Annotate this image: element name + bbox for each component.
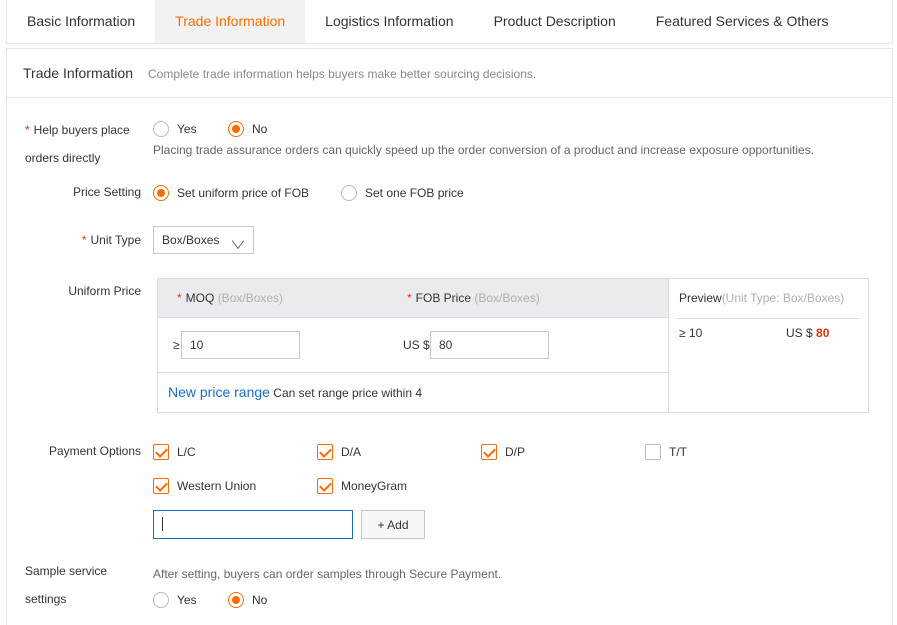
moq-ge-symbol: ≥ bbox=[173, 338, 180, 352]
fob-unit-text: (Box/Boxes) bbox=[474, 291, 540, 305]
new-price-range-row: New price range Can set range price with… bbox=[168, 384, 422, 400]
tab-bar: Basic Information Trade Information Logi… bbox=[6, 0, 893, 44]
radio-circle[interactable] bbox=[153, 592, 169, 608]
price-setting-uniform-radio[interactable]: Set uniform price of FOB bbox=[153, 185, 309, 201]
checkbox[interactable] bbox=[153, 444, 169, 460]
preview-moq: ≥ 10 bbox=[679, 326, 703, 340]
radio-label: Yes bbox=[177, 122, 197, 136]
preview-price: US $ 80 bbox=[786, 326, 829, 340]
radio-circle[interactable] bbox=[341, 185, 357, 201]
help-buyers-label: * Help buyers place bbox=[25, 123, 130, 137]
help-buyers-no-radio[interactable]: No bbox=[228, 121, 267, 137]
payment-western-union-checkbox[interactable]: Western Union bbox=[153, 478, 256, 494]
preview-title: Preview bbox=[679, 291, 722, 305]
required-mark: * bbox=[25, 123, 30, 137]
preview-divider bbox=[668, 279, 669, 412]
preview-header: Preview(Unit Type: Box/Boxes) bbox=[679, 291, 844, 305]
chevron-down-icon bbox=[231, 232, 245, 250]
fob-currency: US $ bbox=[403, 338, 430, 352]
moq-input[interactable]: 10 bbox=[181, 331, 300, 359]
preview-price-value: 80 bbox=[816, 326, 830, 340]
checkbox[interactable] bbox=[317, 444, 333, 460]
checkbox[interactable] bbox=[481, 444, 497, 460]
checkbox[interactable] bbox=[645, 444, 661, 460]
add-payment-button[interactable]: + Add bbox=[361, 510, 425, 539]
payment-lc-checkbox[interactable]: L/C bbox=[153, 444, 196, 460]
price-setting-label: Price Setting bbox=[72, 185, 141, 199]
panel-title: Trade Information bbox=[23, 65, 133, 81]
tab-featured-services[interactable]: Featured Services & Others bbox=[636, 0, 849, 43]
unit-type-label-text: Unit Type bbox=[90, 233, 141, 247]
help-buyers-hint: Placing trade assurance orders can quick… bbox=[153, 143, 815, 157]
radio-label: No bbox=[252, 122, 268, 136]
payment-moneygram-checkbox[interactable]: MoneyGram bbox=[317, 478, 407, 494]
sample-no-radio[interactable]: No bbox=[228, 592, 267, 608]
radio-label: No bbox=[252, 593, 268, 607]
radio-label: Yes bbox=[177, 593, 197, 607]
help-buyers-yes-radio[interactable]: Yes bbox=[153, 121, 197, 137]
checkbox-label: Western Union bbox=[177, 479, 257, 493]
panel-header: Trade Information Complete trade informa… bbox=[7, 49, 892, 98]
required-mark: * bbox=[177, 291, 182, 305]
panel-subtitle: Complete trade information helps buyers … bbox=[148, 67, 537, 81]
radio-circle[interactable] bbox=[228, 121, 244, 137]
help-buyers-label-line2: orders directly bbox=[25, 151, 101, 165]
checkbox-label: T/T bbox=[669, 445, 687, 459]
preview-unit: (Unit Type: Box/Boxes) bbox=[721, 291, 845, 305]
checkbox-label: D/A bbox=[341, 445, 362, 459]
unit-type-select[interactable]: Box/Boxes bbox=[153, 226, 254, 254]
fob-price-input[interactable]: 80 bbox=[430, 331, 549, 359]
radio-circle[interactable] bbox=[228, 592, 244, 608]
radio-label: Set one FOB price bbox=[365, 186, 464, 200]
preview-header-divider bbox=[677, 318, 859, 319]
tab-trade-information[interactable]: Trade Information bbox=[155, 0, 306, 43]
sample-service-label-line2: settings bbox=[25, 592, 67, 606]
sample-service-hint: After setting, buyers can order samples … bbox=[153, 567, 502, 581]
radio-circle[interactable] bbox=[153, 121, 169, 137]
unit-type-label: * Unit Type bbox=[40, 233, 141, 247]
fob-header-text: FOB Price bbox=[415, 291, 472, 305]
sample-yes-radio[interactable]: Yes bbox=[153, 592, 197, 608]
tab-basic-information[interactable]: Basic Information bbox=[7, 0, 155, 43]
uniform-price-label: Uniform Price bbox=[68, 284, 141, 298]
payment-tt-checkbox[interactable]: T/T bbox=[645, 444, 687, 460]
radio-circle[interactable] bbox=[153, 185, 169, 201]
moq-header-text: MOQ bbox=[185, 291, 215, 305]
moq-unit-text: (Box/Boxes) bbox=[217, 291, 284, 305]
new-price-range-link[interactable]: New price range bbox=[168, 384, 270, 400]
radio-label: Set uniform price of FOB bbox=[177, 186, 310, 200]
tab-product-description[interactable]: Product Description bbox=[474, 0, 636, 43]
text-cursor bbox=[162, 517, 163, 531]
checkbox-label: MoneyGram bbox=[341, 479, 408, 493]
custom-payment-input[interactable] bbox=[153, 510, 353, 539]
fob-column-header: * FOB Price (Box/Boxes) bbox=[407, 291, 540, 305]
help-buyers-label-line1: Help buyers place bbox=[33, 123, 130, 137]
required-mark: * bbox=[81, 233, 87, 247]
checkbox-label: D/P bbox=[505, 445, 526, 459]
range-hint: Can set range price within 4 bbox=[273, 386, 423, 400]
checkbox[interactable] bbox=[153, 478, 169, 494]
payment-dp-checkbox[interactable]: D/P bbox=[481, 444, 525, 460]
row-divider bbox=[158, 372, 668, 373]
sample-service-label-line1: Sample service bbox=[25, 564, 108, 578]
checkbox-label: L/C bbox=[177, 445, 196, 459]
required-mark: * bbox=[407, 291, 412, 305]
moq-column-header: * MOQ (Box/Boxes) bbox=[177, 291, 283, 305]
payment-da-checkbox[interactable]: D/A bbox=[317, 444, 361, 460]
price-setting-one-radio[interactable]: Set one FOB price bbox=[341, 185, 464, 201]
payment-options-label: Payment Options bbox=[48, 444, 141, 458]
checkbox[interactable] bbox=[317, 478, 333, 494]
unit-type-value: Box/Boxes bbox=[162, 233, 220, 247]
preview-currency: US $ bbox=[786, 326, 813, 340]
tab-logistics-information[interactable]: Logistics Information bbox=[305, 0, 473, 43]
